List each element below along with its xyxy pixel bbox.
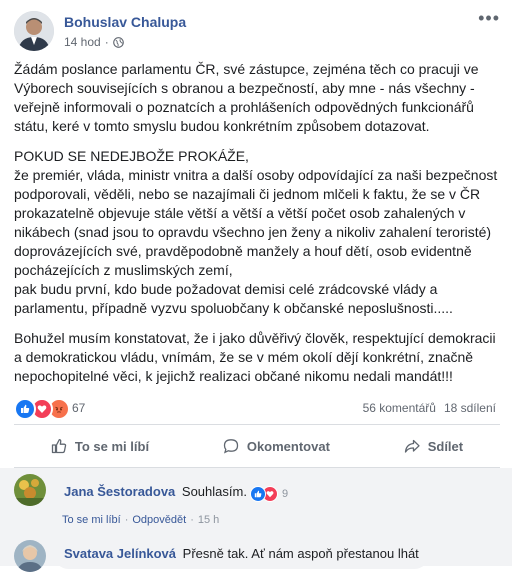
- like-reaction-icon: [14, 398, 36, 420]
- commenter-name[interactable]: Svatava Jelínková: [64, 546, 176, 561]
- comment-bubble: Svatava Jelínková Přesně tak. Ať nám asp…: [54, 540, 429, 569]
- comments-section: Jana Šestoradova Souhlasím. 9 To se mi l…: [0, 468, 512, 572]
- author-name[interactable]: Bohuslav Chalupa: [64, 14, 186, 30]
- comment-text: Souhlasím.: [181, 484, 247, 499]
- comment-reply-link[interactable]: Odpovědět: [132, 514, 186, 526]
- share-label: Sdílet: [427, 438, 464, 454]
- comment-icon: [223, 439, 238, 454]
- comment-button[interactable]: Okomentovat: [223, 438, 330, 454]
- more-options-icon[interactable]: •••: [478, 9, 500, 27]
- comment: Jana Šestoradova Souhlasím. 9 To se mi l…: [14, 474, 504, 530]
- comment-reaction-count: 9: [282, 488, 289, 500]
- post-paragraph: Bohužel musím konstatovat, že i jako dův…: [14, 330, 496, 384]
- like-button[interactable]: To se mi líbí: [51, 438, 149, 454]
- post-stats: 56 komentářů 18 sdílení: [363, 401, 496, 415]
- reaction-count[interactable]: 67: [72, 401, 85, 415]
- post-header: Bohuslav Chalupa 14 hod · •••: [14, 9, 504, 55]
- like-label: To se mi líbí: [74, 438, 150, 454]
- commenter-name[interactable]: Jana Šestoradova: [64, 484, 175, 499]
- share-button[interactable]: Sdílet: [404, 438, 463, 454]
- comment-like-link[interactable]: To se mi líbí: [62, 514, 121, 526]
- comment-bubble: Jana Šestoradova Souhlasím.: [54, 474, 257, 507]
- thumbs-up-icon: [51, 438, 67, 454]
- author-avatar[interactable]: [14, 11, 54, 51]
- post-meta: 14 hod ·: [64, 35, 124, 49]
- post-actions: To se mi líbí Okomentovat Sdílet: [14, 430, 500, 462]
- comment-text: Přesně tak. Ať nám aspoň přestanou lhát: [182, 546, 419, 561]
- comment-time[interactable]: 15 h: [198, 514, 219, 526]
- commenter-avatar[interactable]: [14, 540, 46, 572]
- reaction-icons[interactable]: [14, 398, 70, 420]
- comment-actions: To se mi líbí · Odpovědět · 15 h: [62, 514, 220, 526]
- comment-count[interactable]: 56 komentářů: [363, 401, 436, 415]
- comment-reactions[interactable]: 9: [250, 486, 288, 502]
- globe-icon: [112, 36, 124, 48]
- divider: [14, 424, 500, 425]
- share-icon: [404, 439, 420, 453]
- commenter-avatar[interactable]: [14, 474, 46, 506]
- reactions-summary: 67 56 komentářů 18 sdílení: [14, 397, 502, 420]
- post-body: Žádám poslance parlamentu ČR, své zástup…: [14, 60, 502, 397]
- post-time[interactable]: 14 hod: [64, 35, 101, 49]
- comment-label: Okomentovat: [246, 438, 330, 454]
- share-count[interactable]: 18 sdílení: [444, 401, 496, 415]
- post-paragraph: Žádám poslance parlamentu ČR, své zástup…: [14, 61, 479, 134]
- post-paragraph: POKUD SE NEDEJBOŽE PROKÁŽE, že premiér, …: [14, 148, 498, 316]
- like-reaction-icon: [250, 486, 266, 502]
